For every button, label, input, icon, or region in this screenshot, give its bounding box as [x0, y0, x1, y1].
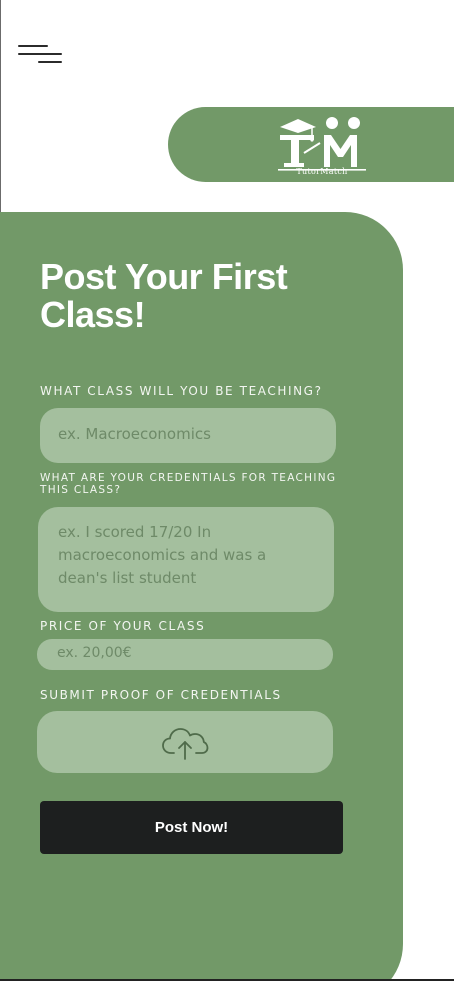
post-now-button[interactable]: Post Now!: [40, 801, 343, 854]
upload-proof-button[interactable]: [37, 711, 333, 773]
class-name-label: WHAT CLASS WILL YOU BE TEACHING?: [40, 384, 323, 398]
hamburger-menu-icon[interactable]: [16, 40, 66, 70]
credentials-label: WHAT ARE YOUR CREDENTIALS FOR TEACHING T…: [40, 472, 337, 496]
post-class-form-card: Post Your First Class! WHAT CLASS WILL Y…: [0, 212, 403, 981]
class-name-placeholder: ex. Macroeconomics: [58, 425, 211, 443]
logo-banner: TutorMatch: [168, 107, 454, 182]
menu-bar-top: [18, 45, 48, 47]
menu-bar-middle: [18, 53, 62, 55]
class-name-input[interactable]: ex. Macroeconomics: [40, 408, 336, 463]
page-title: Post Your First Class!: [40, 256, 288, 335]
menu-bar-bottom: [38, 61, 62, 63]
price-input[interactable]: ex. 20,00€: [37, 639, 333, 670]
cloud-upload-icon: [162, 728, 209, 760]
price-placeholder: ex. 20,00€: [57, 645, 132, 661]
post-class-screen: TutorMatch Post Your First Class! WHAT C…: [0, 0, 454, 981]
logo-wordmark: TutorMatch: [296, 167, 348, 176]
credentials-placeholder: ex. I scored 17/20 In macroeconomics and…: [58, 523, 267, 587]
proof-label: SUBMIT PROOF OF CREDENTIALS: [40, 688, 282, 702]
price-label: PRICE OF YOUR CLASS: [40, 619, 206, 633]
credentials-textarea[interactable]: ex. I scored 17/20 In macroeconomics and…: [38, 507, 334, 612]
left-edge-divider: [0, 0, 1, 212]
